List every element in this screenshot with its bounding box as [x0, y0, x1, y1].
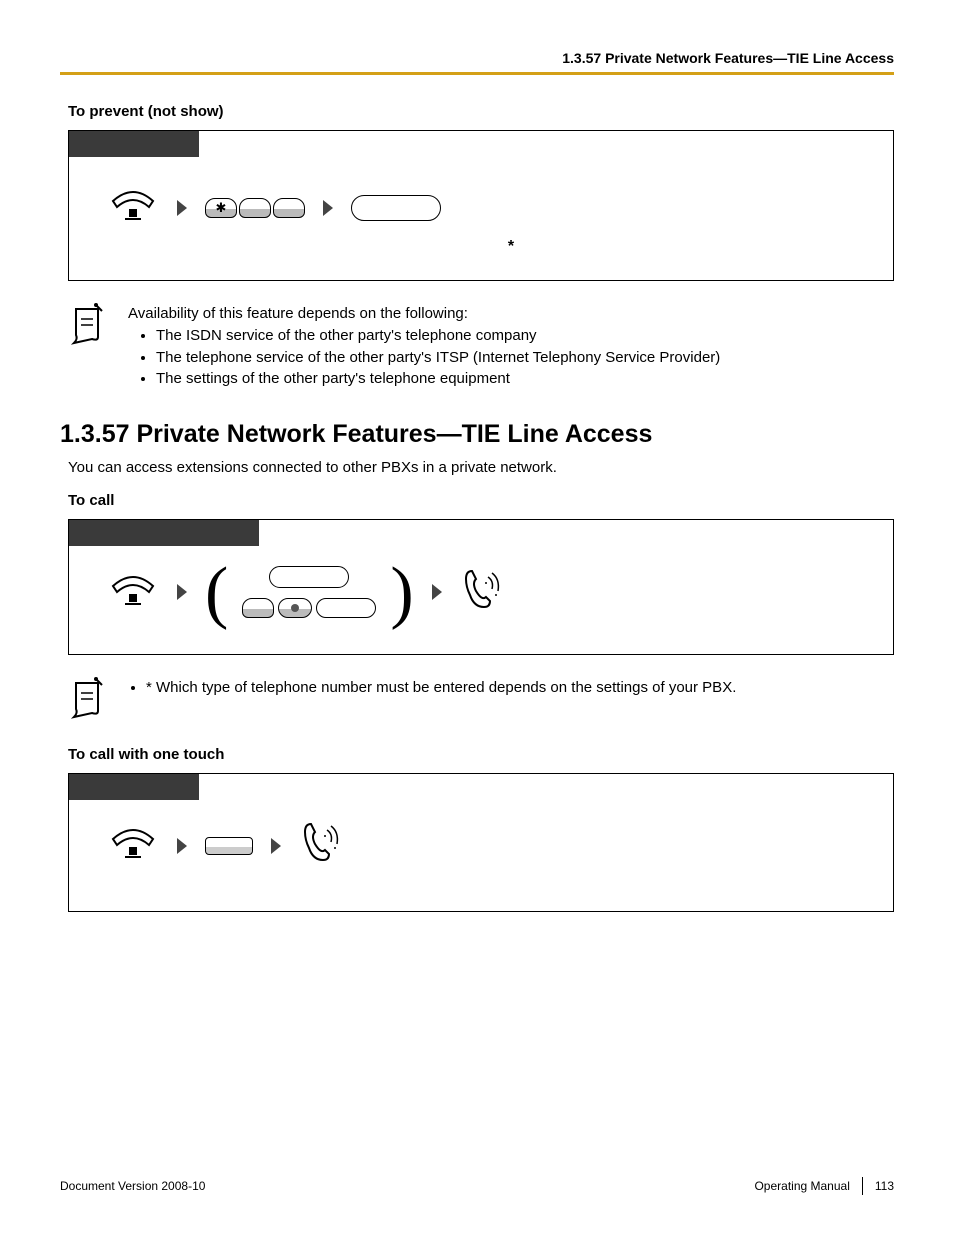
blank-key-icon — [242, 598, 274, 618]
diagram-to-call: ( ) — [68, 519, 894, 655]
alternative-group: ( ) — [205, 566, 414, 618]
footer-divider — [862, 1177, 863, 1195]
arrow-icon — [432, 584, 442, 600]
right-paren-icon: ) — [390, 568, 413, 617]
entry-field-icon — [269, 566, 349, 588]
header-rule — [60, 72, 894, 75]
diagram-tab-bar — [69, 520, 893, 546]
arrow-icon — [177, 838, 187, 854]
flow-row-call: ( ) — [69, 546, 893, 654]
left-paren-icon: ( — [205, 568, 228, 617]
arrow-icon — [271, 838, 281, 854]
note-block-pbx: * Which type of telephone number must be… — [68, 675, 894, 726]
entry-field-icon — [351, 195, 441, 221]
led-key-icon — [278, 598, 312, 618]
running-header: 1.3.57 Private Network Features—TIE Line… — [60, 50, 894, 66]
section-title: 1.3.57 Private Network Features—TIE Line… — [60, 420, 894, 449]
subhead-one-touch: To call with one touch — [68, 746, 894, 763]
note-item: The settings of the other party's teleph… — [156, 368, 720, 390]
footer-manual-label: Operating Manual — [754, 1179, 849, 1193]
arrow-icon — [323, 200, 333, 216]
diagram-tab — [69, 520, 259, 546]
diagram-tab — [69, 131, 199, 157]
flow-row-prevent: ✱ — [69, 157, 893, 238]
diagram-prevent: ✱ * — [68, 130, 894, 281]
asterisk-symbol: * — [69, 238, 893, 280]
footer-version: Document Version 2008-10 — [60, 1179, 205, 1193]
diagram-tab-bar — [69, 774, 893, 800]
diagram-tab-bar — [69, 131, 893, 157]
note-item: * Which type of telephone number must be… — [146, 677, 736, 699]
subhead-prevent: To prevent (not show) — [68, 103, 894, 120]
diagram-one-touch — [68, 773, 894, 912]
dss-key-row — [242, 598, 376, 618]
note-text: Availability of this feature depends on … — [128, 301, 720, 390]
arrow-icon — [177, 584, 187, 600]
onetouch-key-icon — [205, 837, 253, 855]
entry-field-icon — [316, 598, 376, 618]
subhead-to-call: To call — [68, 492, 894, 509]
offhook-icon — [109, 572, 159, 613]
page-footer: Document Version 2008-10 Operating Manua… — [60, 1177, 894, 1195]
offhook-icon — [109, 187, 159, 228]
note-item: The telephone service of the other party… — [156, 347, 720, 369]
arrow-icon — [177, 200, 187, 216]
note-text: * Which type of telephone number must be… — [128, 675, 736, 699]
note-icon — [68, 675, 110, 726]
blank-key-icon — [273, 198, 305, 218]
flow-row-onetouch — [69, 800, 893, 911]
talk-icon — [299, 820, 341, 871]
talk-icon — [460, 567, 502, 618]
offhook-icon — [109, 825, 159, 866]
blank-key-icon — [239, 198, 271, 218]
note-icon — [68, 301, 110, 352]
note-block-availability: Availability of this feature depends on … — [68, 301, 894, 390]
key-sequence: ✱ — [205, 198, 305, 218]
diagram-tab — [69, 774, 199, 800]
stacked-options — [242, 566, 376, 618]
note-intro: Availability of this feature depends on … — [128, 303, 720, 325]
section-intro: You can access extensions connected to o… — [68, 459, 894, 476]
note-item: The ISDN service of the other party's te… — [156, 325, 720, 347]
star-key-icon: ✱ — [205, 198, 237, 218]
page-number: 113 — [875, 1179, 894, 1193]
